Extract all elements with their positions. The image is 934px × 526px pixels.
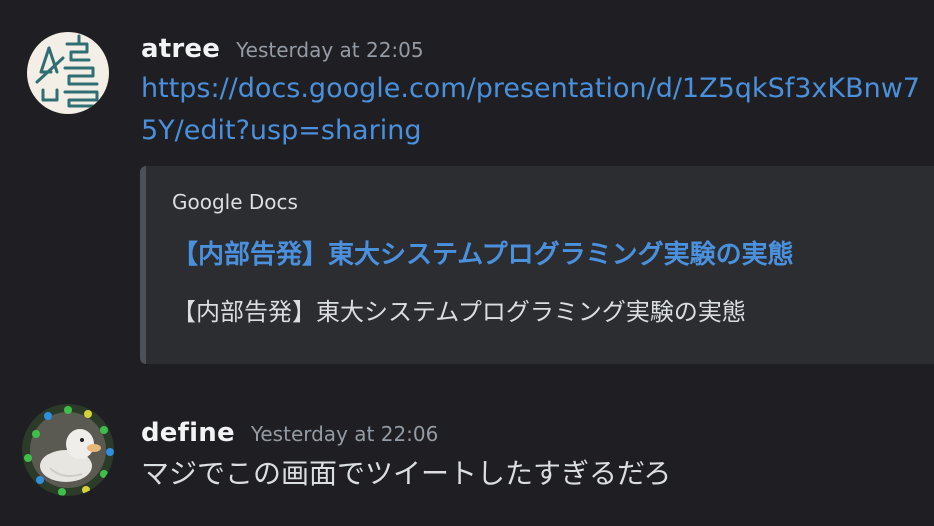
message-header: atree Yesterday at 22:05	[141, 34, 934, 64]
link-line-1[interactable]: https://docs.google.com/presentation/d/1…	[141, 68, 934, 110]
message-define: define Yesterday at 22:06 マジでこの画面でツイートした…	[141, 418, 934, 494]
message-header: define Yesterday at 22:06	[141, 418, 934, 448]
chat-messages: atree Yesterday at 22:05 https://docs.go…	[0, 0, 934, 526]
embed-description: 【内部告発】東大システムプログラミング実験の実態	[172, 298, 746, 326]
duck-avatar-icon	[22, 404, 114, 496]
message-content: マジでこの画面でツイートしたすぎるだろ	[141, 457, 672, 490]
timestamp: Yesterday at 22:05	[236, 38, 424, 62]
message-link[interactable]: https://docs.google.com/presentation/d/1…	[141, 68, 934, 152]
username[interactable]: define	[141, 418, 235, 448]
embed-title[interactable]: 【内部告発】東大システムプログラミング実験の実態	[172, 234, 902, 271]
embed-provider: Google Docs	[172, 190, 298, 214]
timestamp: Yesterday at 22:06	[250, 422, 439, 446]
maze-logo-icon	[35, 34, 99, 108]
link-line-2[interactable]: 5Y/edit?usp=sharing	[141, 110, 934, 152]
link-embed: Google Docs 【内部告発】東大システムプログラミング実験の実態 【内部…	[140, 166, 934, 364]
username[interactable]: atree	[141, 34, 220, 64]
avatar-atree[interactable]	[27, 32, 109, 114]
message-atree: atree Yesterday at 22:05 https://docs.go…	[141, 34, 934, 152]
avatar-define[interactable]	[22, 404, 114, 496]
